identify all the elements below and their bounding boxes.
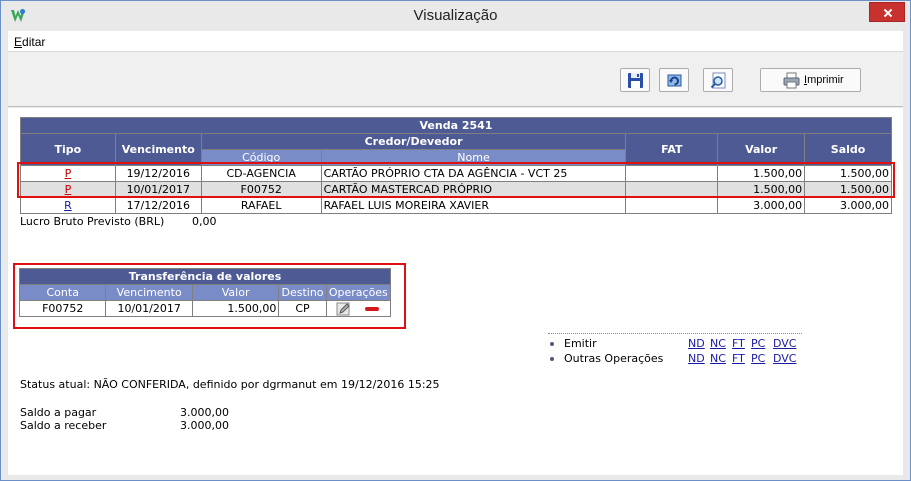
emitir-link-nd[interactable]: ND xyxy=(688,337,705,350)
outras-link-pc[interactable]: PC xyxy=(751,352,765,365)
outras-link-ft[interactable]: FT xyxy=(732,352,745,365)
highlight-box-transfer xyxy=(13,263,406,329)
vencimento-cell: 17/12/2016 xyxy=(114,197,202,214)
refresh-button[interactable] xyxy=(659,68,689,92)
venda-title: Venda 2541 xyxy=(20,117,892,134)
outras-link-nc[interactable]: NC xyxy=(710,352,726,365)
preview-button[interactable] xyxy=(703,68,733,92)
operations-outras-row: Outras Operações ND NC FT PC DVC xyxy=(548,352,808,366)
save-button[interactable] xyxy=(620,68,650,92)
operations-emitir-row: Emitir ND NC FT PC DVC xyxy=(548,337,808,351)
refresh-icon xyxy=(667,74,682,87)
print-button[interactable]: Imprimir xyxy=(760,68,861,92)
save-icon xyxy=(628,73,643,88)
menu-editar-accel: E xyxy=(14,35,23,49)
window-title: Visualização xyxy=(413,7,498,24)
visualizacao-window: Visualização Editar Imprimir Venda 2541 … xyxy=(0,0,911,481)
emitir-link-dvc[interactable]: DVC xyxy=(773,337,796,350)
col-vencimento-header: Vencimento xyxy=(114,133,202,166)
saldo-pagar-label: Saldo a pagar xyxy=(20,406,97,419)
content-area: Venda 2541 Tipo Vencimento Credor/Devedo… xyxy=(8,108,903,475)
bullet-icon xyxy=(550,357,554,361)
col-saldo-header: Saldo xyxy=(804,133,892,166)
col-tipo-header: Tipo xyxy=(20,133,116,166)
saldo-cell: 3.000,00 xyxy=(804,197,892,214)
lucro-value: 0,00 xyxy=(192,215,217,228)
emitir-link-pc[interactable]: PC xyxy=(751,337,765,350)
col-credor-header: Credor/Devedor xyxy=(200,133,627,150)
outras-operacoes-label: Outras Operações xyxy=(564,352,664,365)
tipo-link[interactable]: R xyxy=(64,199,72,212)
outras-link-dvc[interactable]: DVC xyxy=(773,352,796,365)
codigo-cell: RAFAEL xyxy=(200,197,322,214)
menu-editar-label: ditar xyxy=(22,35,46,49)
lucro-label: Lucro Bruto Previsto (BRL) xyxy=(20,215,165,228)
valor-cell: 3.000,00 xyxy=(717,197,806,214)
saldo-pagar-value: 3.000,00 xyxy=(180,406,229,419)
close-button[interactable] xyxy=(869,2,905,22)
emitir-link-ft[interactable]: FT xyxy=(732,337,745,350)
operations-separator xyxy=(548,333,802,334)
emitir-label: Emitir xyxy=(564,337,597,350)
printer-icon xyxy=(783,72,800,89)
table-row: R 17/12/2016 RAFAEL RAFAEL LUIS MOREIRA … xyxy=(20,197,892,214)
col-fat-header: FAT xyxy=(625,133,719,166)
nome-cell: RAFAEL LUIS MOREIRA XAVIER xyxy=(320,197,627,214)
fat-cell xyxy=(625,197,719,214)
saldo-receber-value: 3.000,00 xyxy=(180,419,229,432)
bullet-icon xyxy=(550,342,554,346)
outras-link-nd[interactable]: ND xyxy=(688,352,705,365)
title-bar: Visualização xyxy=(1,1,910,31)
saldo-receber-label: Saldo a receber xyxy=(20,419,107,432)
highlight-box-rows xyxy=(17,162,895,198)
emitir-link-nc[interactable]: NC xyxy=(710,337,726,350)
col-valor-header: Valor xyxy=(717,133,806,166)
menu-bar: Editar xyxy=(8,31,903,52)
status-text: Status atual: NÃO CONFERIDA, definido po… xyxy=(20,378,440,391)
preview-icon xyxy=(710,72,726,89)
toolbar: Imprimir xyxy=(8,52,903,107)
print-button-label: Imprimir xyxy=(804,74,844,86)
menu-editar[interactable]: Editar xyxy=(14,35,45,49)
